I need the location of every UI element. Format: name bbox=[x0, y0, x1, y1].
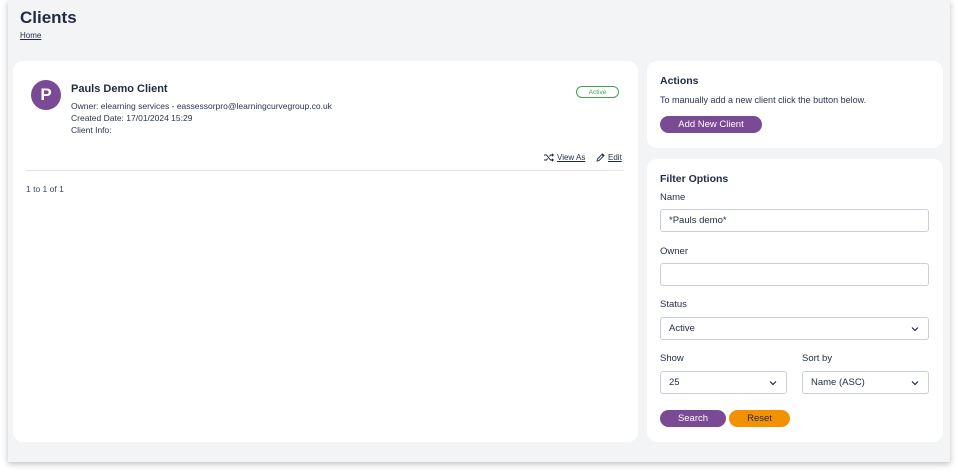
sort-by-label: Sort by bbox=[802, 353, 833, 364]
page-title: Clients bbox=[20, 8, 77, 27]
avatar: P bbox=[31, 80, 61, 110]
reset-button[interactable]: Reset bbox=[729, 410, 790, 427]
status-select-value: Active bbox=[669, 323, 695, 334]
owner-input[interactable] bbox=[660, 263, 929, 286]
sort-by-select-value: Name (ASC) bbox=[811, 377, 865, 388]
view-as-link[interactable]: View As bbox=[544, 153, 585, 162]
show-select[interactable]: 25 bbox=[660, 371, 787, 394]
filter-title: Filter Options bbox=[660, 173, 729, 185]
add-new-client-button[interactable]: Add New Client bbox=[660, 116, 762, 133]
status-select[interactable]: Active bbox=[660, 317, 929, 340]
shuffle-icon bbox=[544, 153, 554, 162]
divider bbox=[26, 170, 624, 171]
client-list-card: P Pauls Demo Client Owner: elearning ser… bbox=[13, 61, 638, 442]
client-owner: Owner: elearning services - eassessorpro… bbox=[71, 101, 332, 111]
view-as-label: View As bbox=[557, 153, 586, 162]
breadcrumb-home[interactable]: Home bbox=[20, 31, 41, 40]
name-input[interactable] bbox=[660, 209, 929, 232]
edit-label: Edit bbox=[608, 153, 622, 162]
name-label: Name bbox=[660, 192, 686, 203]
pencil-icon bbox=[596, 153, 605, 162]
actions-description: To manually add a new client click the b… bbox=[660, 95, 867, 105]
filter-card: Filter Options Name Owner Status Active … bbox=[647, 159, 943, 442]
search-button[interactable]: Search bbox=[660, 410, 726, 427]
chevron-down-icon bbox=[769, 380, 777, 385]
client-info: Client Info: bbox=[71, 125, 112, 135]
show-label: Show bbox=[660, 353, 684, 364]
chevron-down-icon bbox=[911, 380, 919, 385]
pagination-summary: 1 to 1 of 1 bbox=[26, 184, 64, 194]
client-created-date: Created Date: 17/01/2024 15:29 bbox=[71, 113, 193, 123]
owner-label: Owner bbox=[660, 246, 688, 257]
sort-by-select[interactable]: Name (ASC) bbox=[802, 371, 929, 394]
edit-link[interactable]: Edit bbox=[596, 153, 622, 162]
status-label: Status bbox=[660, 299, 687, 310]
actions-title: Actions bbox=[660, 75, 699, 87]
actions-card: Actions To manually add a new client cli… bbox=[647, 61, 943, 148]
app-frame: Clients Home P Pauls Demo Client Owner: … bbox=[8, 0, 950, 462]
show-select-value: 25 bbox=[669, 377, 680, 388]
chevron-down-icon bbox=[911, 326, 919, 331]
status-badge: Active bbox=[576, 86, 619, 98]
client-name: Pauls Demo Client bbox=[71, 83, 168, 95]
